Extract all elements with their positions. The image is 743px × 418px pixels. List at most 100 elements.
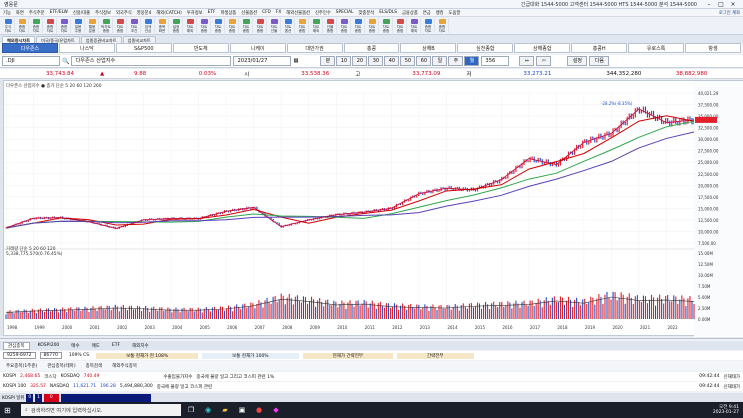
- row4-cell[interactable]: 코스닥: [44, 374, 56, 380]
- toolbar-button[interactable]: 차트 조건: [128, 18, 141, 33]
- count-input[interactable]: 356: [481, 56, 510, 66]
- toolbar-button[interactable]: 차트 종합: [212, 18, 225, 33]
- index-button[interactable]: 심천종합: [457, 43, 514, 53]
- row1-cell[interactable]: 매수: [67, 343, 83, 349]
- menu-item[interactable]: 해외(CATCH): [156, 10, 181, 16]
- clock[interactable]: 오전 9:41 2023-01-27: [713, 405, 739, 416]
- row1-cell[interactable]: 해외지수: [128, 343, 153, 349]
- toolbar-button[interactable]: 차트 종합: [352, 18, 365, 33]
- toolbar-button[interactable]: 차트 종합: [114, 18, 127, 33]
- toolbar-button[interactable]: 차트 종합: [394, 18, 407, 33]
- price-chart-svg[interactable]: 1998 1999 2000 2001 2002 2003 2004 2005 2006 2007…: [4, 81, 743, 337]
- row4-cell[interactable]: 중국에 불량 일고 그리고 코스피 관련 1%: [196, 374, 274, 380]
- menu-item[interactable]: 기능: [3, 10, 11, 16]
- period-button[interactable]: 60: [416, 56, 432, 66]
- row1-cell[interactable]: 매도: [88, 343, 104, 349]
- row2-cell[interactable]: 보통 현재가 현 108%: [96, 352, 199, 359]
- menu-item[interactable]: 외국주식: [116, 10, 132, 16]
- row5-cell[interactable]: NASDAQ: [50, 384, 69, 389]
- row5-cell[interactable]: 중국에 불량 일고 코스피 관련: [157, 384, 212, 390]
- menu-item[interactable]: 맞춤분석: [358, 10, 374, 16]
- row3-cell[interactable]: 해외주식종목: [109, 363, 140, 369]
- toolbar-button[interactable]: 차트 종합: [366, 18, 379, 33]
- row5-cell[interactable]: 11,621.71: [73, 384, 96, 389]
- period-button[interactable]: 분: [320, 56, 336, 66]
- index-button[interactable]: 유로스톡: [628, 43, 685, 53]
- period-button[interactable]: 주: [448, 56, 464, 66]
- taskbar-search[interactable]: ⌕ 검색하려면 여기에 입력하십시오.: [21, 404, 181, 416]
- toolbar-button[interactable]: 차트 종합: [296, 18, 309, 33]
- menu-item[interactable]: 주식주문: [29, 10, 45, 16]
- row3-cell[interactable]: 종목검색: [83, 363, 106, 369]
- menu-right[interactable]: 로그인 계좌: [719, 10, 740, 16]
- search-icon[interactable]: 🔍: [62, 58, 69, 65]
- index-button[interactable]: 니케이: [229, 43, 286, 53]
- menu-item[interactable]: 해외선물옵션: [286, 10, 310, 16]
- row4-cell[interactable]: 740.49: [84, 374, 100, 379]
- menu-item[interactable]: 도움말: [449, 10, 461, 16]
- period-button[interactable]: 10: [336, 56, 352, 66]
- row2-cell[interactable]: 86770: [39, 352, 62, 359]
- menu-item[interactable]: 영웅문4: [137, 10, 152, 16]
- windows-start-icon[interactable]: ⊞: [4, 406, 18, 415]
- toolbar-button[interactable]: 차트 선물: [268, 18, 281, 33]
- index-button[interactable]: S&P500: [115, 43, 172, 53]
- calendar-icon[interactable]: ▦: [293, 58, 298, 64]
- index-button[interactable]: 홍콩H: [571, 43, 628, 53]
- index-button[interactable]: 대만가권: [286, 43, 343, 53]
- folder-icon[interactable]: ▰: [218, 404, 232, 416]
- toolbar-button[interactable]: 종목 화면: [156, 18, 169, 33]
- index-button[interactable]: 반도체: [172, 43, 229, 53]
- row3-cell[interactable]: 관심종목(테마): [44, 363, 78, 369]
- toolbar-button[interactable]: 종합 차트: [30, 18, 43, 33]
- close-button[interactable]: ×: [727, 1, 739, 8]
- row4-cell[interactable]: 신재태가: [723, 374, 740, 380]
- menu-item[interactable]: 파생상품: [220, 10, 236, 16]
- toolbar-button[interactable]: 주식 차트: [2, 18, 15, 33]
- toolbar-button[interactable]: 종합 차트: [422, 18, 435, 33]
- toolbar-button[interactable]: 종합 차트: [44, 18, 57, 33]
- period-button[interactable]: 50: [400, 56, 416, 66]
- index-button[interactable]: 나스닥: [58, 43, 115, 53]
- edge-icon[interactable]: ◉: [201, 404, 215, 416]
- index-button[interactable]: 상해B: [400, 43, 457, 53]
- menu-item[interactable]: 주식정보: [95, 10, 111, 16]
- zoom-in-button[interactable]: ⇦: [536, 56, 552, 66]
- row5-cell[interactable]: 신재태가: [723, 384, 740, 390]
- period-button[interactable]: 월: [464, 56, 480, 66]
- store-icon[interactable]: ▣: [235, 404, 249, 416]
- menu-item[interactable]: CFD: [262, 10, 271, 15]
- toolbar-button[interactable]: 일봉 주봉: [72, 18, 85, 33]
- toolbar-button[interactable]: 차트 종합: [198, 18, 211, 33]
- row5-cell[interactable]: 325.57: [30, 384, 46, 389]
- menu-item[interactable]: FX: [276, 10, 281, 15]
- toolbar-button[interactable]: 검색 관심: [142, 18, 155, 33]
- tab-0[interactable]: 해외증시차트: [2, 35, 36, 43]
- row2-cell[interactable]: 간략전부: [397, 352, 474, 359]
- row2-cell[interactable]: 109% CS: [66, 353, 92, 358]
- index-button[interactable]: 항셍: [685, 43, 741, 53]
- index-button[interactable]: 상해종합: [514, 43, 571, 53]
- tab-3[interactable]: 업종비교차트: [122, 35, 156, 43]
- menu-item[interactable]: SPECIAL: [336, 10, 354, 15]
- toolbar-button[interactable]: 차트 종합: [380, 18, 393, 33]
- menu-item[interactable]: 뱅킹: [436, 10, 444, 16]
- toolbar-button[interactable]: 틱차트 종합: [100, 18, 113, 33]
- period-button[interactable]: 일: [432, 56, 448, 66]
- tab-2[interactable]: 업종증권비교차트: [80, 35, 122, 43]
- toolbar-button[interactable]: 차트 종합: [226, 18, 239, 33]
- menu-item[interactable]: 화면: [16, 10, 24, 16]
- toolbar-button[interactable]: 월봉 분봉: [86, 18, 99, 33]
- period-button[interactable]: 40: [384, 56, 400, 66]
- toolbar-button[interactable]: 차트 종합: [338, 18, 351, 33]
- row1-cell[interactable]: 관심종목: [3, 341, 30, 350]
- row4-cell[interactable]: 09:42:44: [699, 374, 719, 379]
- next-button[interactable]: 다음: [589, 56, 610, 66]
- menu-item[interactable]: 연금: [423, 10, 431, 16]
- menu-item[interactable]: ELS/DLS: [379, 10, 397, 15]
- toolbar-button[interactable]: 차트 옵션: [282, 18, 295, 33]
- index-button[interactable]: 홍콩: [343, 43, 400, 53]
- row2-cell[interactable]: 보통 현재가 100%: [202, 352, 299, 359]
- task-view-icon[interactable]: ❐: [184, 404, 198, 416]
- maximize-button[interactable]: □: [715, 1, 727, 8]
